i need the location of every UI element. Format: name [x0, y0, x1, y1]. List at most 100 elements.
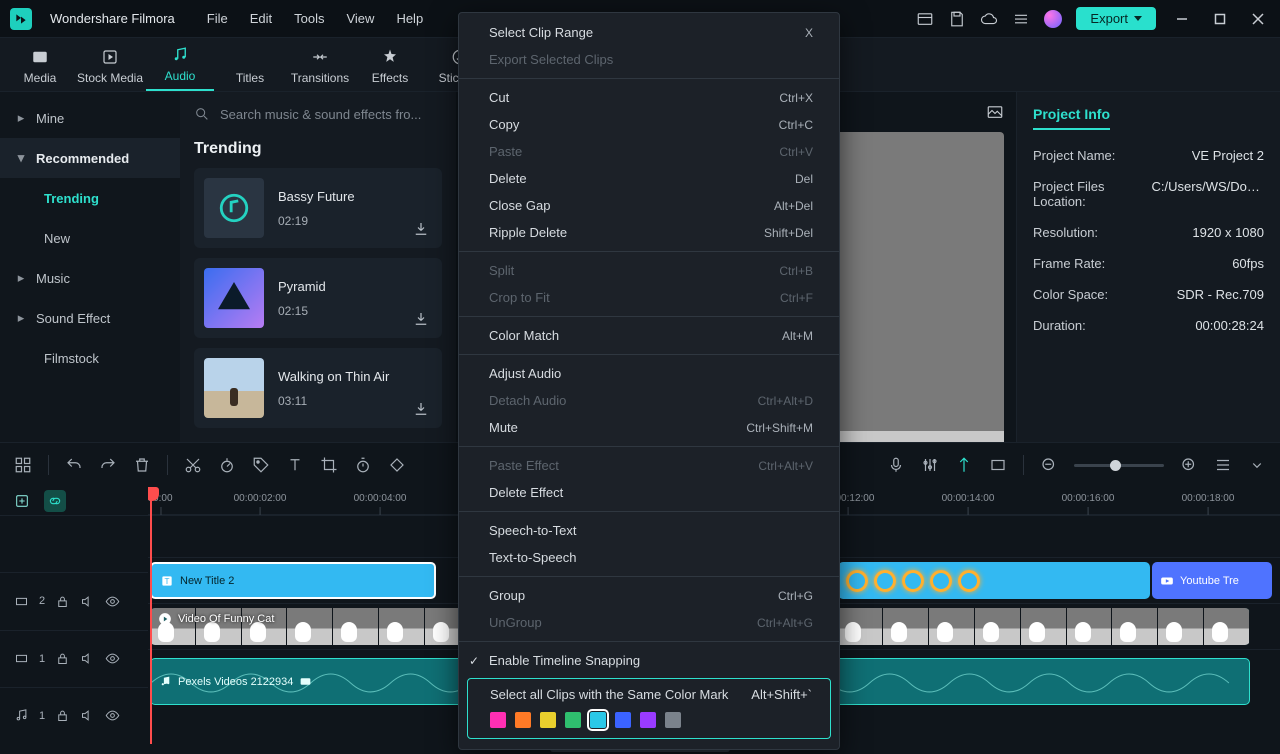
eye-icon[interactable] — [105, 594, 120, 609]
layout-icon[interactable] — [916, 10, 934, 28]
tab-audio[interactable]: Audio — [146, 45, 214, 91]
download-button[interactable] — [412, 310, 430, 328]
undo-icon[interactable] — [65, 456, 83, 474]
color-swatch[interactable] — [515, 712, 531, 728]
mute-icon[interactable] — [80, 594, 95, 609]
lane-header-title[interactable]: 2 — [0, 572, 148, 629]
sidebar-sound-effect[interactable]: ▸Sound Effect — [0, 298, 180, 338]
chevron-down-icon: ▾ — [16, 150, 26, 166]
chevron-down-icon[interactable] — [1248, 456, 1266, 474]
info-value: 60fps — [1232, 256, 1264, 271]
cloud-icon[interactable] — [980, 10, 998, 28]
lane-header-audio[interactable]: 1 — [0, 687, 148, 744]
lane-header-video[interactable]: 1 — [0, 630, 148, 687]
sidebar-filmstock[interactable]: Filmstock — [0, 338, 180, 378]
mute-icon[interactable] — [80, 651, 95, 666]
color-swatch[interactable] — [490, 712, 506, 728]
eye-icon[interactable] — [105, 708, 120, 723]
save-icon[interactable] — [948, 10, 966, 28]
audio-mixer-icon[interactable] — [921, 456, 939, 474]
speed-icon[interactable] — [218, 456, 236, 474]
sidebar-recommended[interactable]: ▾Recommended — [0, 138, 180, 178]
sidebar-music[interactable]: ▸Music — [0, 258, 180, 298]
tab-titles[interactable]: Titles — [216, 47, 284, 91]
keyframe-icon[interactable] — [388, 456, 406, 474]
ctx-mute[interactable]: MuteCtrl+Shift+M — [459, 414, 839, 441]
add-track-icon[interactable] — [14, 493, 30, 509]
ctx-enable-snapping[interactable]: Enable Timeline Snapping — [459, 647, 839, 674]
tag-icon[interactable] — [252, 456, 270, 474]
frame-icon[interactable] — [989, 456, 1007, 474]
menu-tools[interactable]: Tools — [294, 11, 324, 26]
marker-icon[interactable] — [955, 456, 973, 474]
track-item[interactable]: Pyramid02:15 — [194, 258, 442, 338]
mute-icon[interactable] — [80, 708, 95, 723]
track-item[interactable]: Bassy Future02:19 — [194, 168, 442, 248]
track-duration: 02:19 — [278, 214, 355, 228]
playhead[interactable] — [150, 487, 152, 744]
ctx-ripple-delete[interactable]: Ripple DeleteShift+Del — [459, 219, 839, 246]
ctx-color-match[interactable]: Color MatchAlt+M — [459, 322, 839, 349]
download-button[interactable] — [412, 220, 430, 238]
download-button[interactable] — [412, 400, 430, 418]
window-close[interactable] — [1246, 7, 1270, 31]
eye-icon[interactable] — [105, 651, 120, 666]
crop-tool-icon[interactable] — [320, 456, 338, 474]
project-info-tab[interactable]: Project Info — [1033, 106, 1110, 130]
menu-file[interactable]: File — [207, 11, 228, 26]
zoom-out-icon[interactable] — [1040, 456, 1058, 474]
tab-transitions[interactable]: Transitions — [286, 47, 354, 91]
track-item[interactable]: Walking on Thin Air03:11 — [194, 348, 442, 428]
export-button[interactable]: Export — [1076, 7, 1156, 30]
lock-icon[interactable] — [55, 594, 70, 609]
zoom-slider[interactable] — [1074, 464, 1164, 467]
sidebar-trending[interactable]: Trending — [0, 178, 180, 218]
clip-youtube[interactable]: Youtube Tre — [1152, 562, 1272, 599]
ctx-adjust-audio[interactable]: Adjust Audio — [459, 360, 839, 387]
menu-help[interactable]: Help — [396, 11, 423, 26]
ctx-select-clip-range[interactable]: Select Clip RangeX — [459, 19, 839, 46]
menu-edit[interactable]: Edit — [250, 11, 272, 26]
zoom-in-icon[interactable] — [1180, 456, 1198, 474]
list-view-icon[interactable] — [1214, 456, 1232, 474]
window-maximize[interactable] — [1208, 7, 1232, 31]
color-swatch[interactable] — [565, 712, 581, 728]
tab-media[interactable]: Media — [6, 47, 74, 91]
ctx-color-mark-group: Select all Clips with the Same Color Mar… — [467, 678, 831, 739]
tab-stock-media[interactable]: Stock Media — [76, 47, 144, 91]
ctx-copy[interactable]: CopyCtrl+C — [459, 111, 839, 138]
ctx-speech-to-text[interactable]: Speech-to-Text — [459, 517, 839, 544]
menu-lines-icon[interactable] — [1012, 10, 1030, 28]
delete-icon[interactable] — [133, 456, 151, 474]
ctx-delete-effect[interactable]: Delete Effect — [459, 479, 839, 506]
cut-icon[interactable] — [184, 456, 202, 474]
stopwatch-icon[interactable] — [354, 456, 372, 474]
ctx-group[interactable]: GroupCtrl+G — [459, 582, 839, 609]
color-swatch[interactable] — [640, 712, 656, 728]
color-swatch[interactable] — [590, 712, 606, 728]
sidebar-mine[interactable]: ▸Mine — [0, 98, 180, 138]
color-swatch[interactable] — [540, 712, 556, 728]
sidebar-new[interactable]: New — [0, 218, 180, 258]
ctx-delete[interactable]: DeleteDel — [459, 165, 839, 192]
search-input[interactable]: Search music & sound effects fro... — [194, 92, 442, 136]
clip-title2[interactable] — [838, 562, 1150, 599]
menu-view[interactable]: View — [346, 11, 374, 26]
window-minimize[interactable] — [1170, 7, 1194, 31]
redo-icon[interactable] — [99, 456, 117, 474]
tab-effects[interactable]: Effects — [356, 47, 424, 91]
text-icon[interactable] — [286, 456, 304, 474]
apps-icon[interactable] — [14, 456, 32, 474]
mic-icon[interactable] — [887, 456, 905, 474]
ctx-text-to-speech[interactable]: Text-to-Speech — [459, 544, 839, 571]
link-toggle[interactable] — [44, 490, 66, 512]
user-avatar[interactable] — [1044, 10, 1062, 28]
ctx-close-gap[interactable]: Close GapAlt+Del — [459, 192, 839, 219]
image-icon[interactable] — [986, 103, 1004, 121]
color-swatch[interactable] — [615, 712, 631, 728]
lock-icon[interactable] — [55, 651, 70, 666]
ctx-cut[interactable]: CutCtrl+X — [459, 84, 839, 111]
clip-title[interactable]: T New Title 2 — [150, 562, 436, 599]
lock-icon[interactable] — [55, 708, 70, 723]
color-swatch[interactable] — [665, 712, 681, 728]
